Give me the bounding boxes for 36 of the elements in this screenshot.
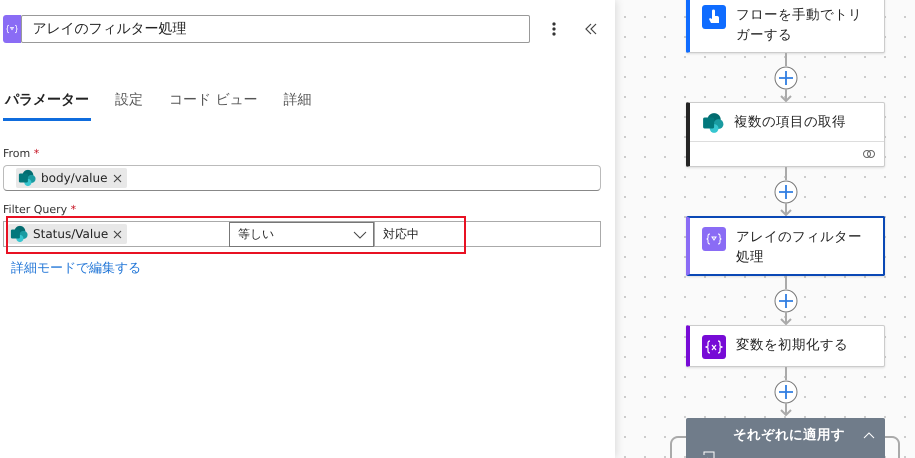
link-icon[interactable]: [862, 149, 876, 159]
close-icon[interactable]: [112, 174, 122, 182]
node-title: 複数の項目の取得: [734, 113, 846, 132]
add-step-connector[interactable]: [772, 167, 798, 216]
sharepoint-icon: [702, 112, 724, 134]
node-title: それぞれに適用す: [732, 426, 846, 444]
field-label: From *: [3, 147, 40, 160]
node-title: アレイのフィルター処理: [736, 228, 863, 267]
field-label: Filter Query *: [3, 203, 78, 216]
flow-node-card[interactable]: 変数を初期化する: [686, 325, 885, 367]
chevron-up-icon[interactable]: [862, 431, 874, 439]
from-field[interactable]: body/value: [3, 165, 601, 191]
flow-node-card[interactable]: フローを手動でトリガーする: [686, 0, 885, 53]
token-chip[interactable]: body/value: [16, 168, 126, 188]
tab[interactable]: コード ビュー: [167, 85, 260, 121]
double-chevron-left-icon: [584, 23, 598, 35]
filter-icon: [3, 15, 22, 43]
tab[interactable]: 詳細: [281, 85, 314, 121]
node-title: 変数を初期化する: [736, 336, 848, 355]
variable-icon: [702, 335, 726, 359]
loop-header[interactable]: それぞれに適用す: [686, 418, 884, 458]
add-step-connector[interactable]: [772, 53, 798, 102]
advanced-mode-link[interactable]: 詳細モードで編集する: [11, 259, 141, 277]
add-step-connector[interactable]: [772, 276, 798, 325]
tab[interactable]: パラメーター: [3, 85, 91, 121]
filter-icon: [702, 227, 726, 251]
flow-node-card[interactable]: 複数の項目の取得: [686, 102, 885, 167]
more-icon: [552, 22, 556, 36]
action-name-field[interactable]: アレイのフィルター処理: [21, 15, 530, 43]
flow-node-card[interactable]: アレイのフィルター処理: [686, 216, 885, 276]
hand-tap-icon: [702, 5, 726, 29]
sharepoint-icon: [18, 169, 36, 187]
token-text: body/value: [41, 171, 108, 185]
node-title: フローを手動でトリガーする: [736, 6, 863, 45]
tab[interactable]: 設定: [113, 85, 145, 121]
add-step-connector[interactable]: [772, 367, 798, 416]
